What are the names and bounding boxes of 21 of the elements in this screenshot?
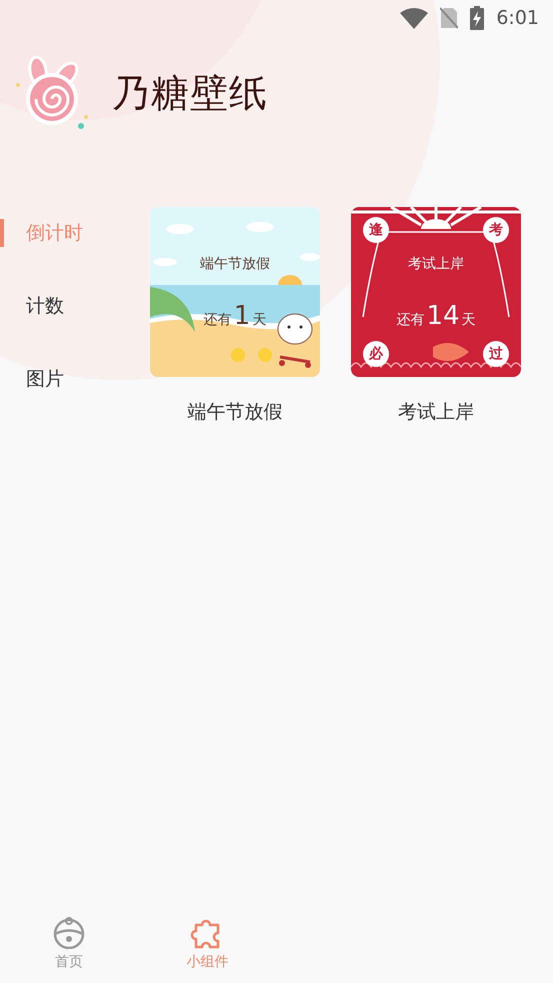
wifi-icon bbox=[400, 7, 428, 29]
countdown-unit: 天 bbox=[252, 311, 266, 329]
status-time: 6:01 bbox=[496, 7, 539, 29]
selection-bar bbox=[0, 219, 4, 247]
countdown-prefix: 还有 bbox=[204, 311, 232, 329]
baby-face-icon bbox=[52, 915, 86, 949]
widget-name: 考试上岸 bbox=[398, 400, 474, 425]
sidebar-item[interactable]: 图片 bbox=[0, 342, 130, 415]
widget-name: 端午节放假 bbox=[188, 400, 282, 425]
countdown-number: 14 bbox=[426, 301, 460, 331]
battery-charging-icon bbox=[470, 6, 484, 30]
preview-title: 考试上岸 bbox=[407, 255, 465, 273]
app-title: 乃糖壁纸 bbox=[112, 70, 268, 116]
widget-preview[interactable]: 逢 考 必 过 考试上岸 还有 14 天 bbox=[351, 207, 521, 377]
countdown-unit: 天 bbox=[462, 311, 476, 329]
countdown-number: 1 bbox=[234, 301, 250, 331]
preview-title: 端午节放假 bbox=[199, 255, 271, 273]
no-sim-icon bbox=[440, 7, 458, 29]
sidebar-item[interactable]: 计数 bbox=[0, 269, 130, 342]
widget-preview[interactable]: 端午节放假 还有 1 天 bbox=[150, 207, 320, 377]
countdown-prefix: 还有 bbox=[396, 311, 424, 329]
